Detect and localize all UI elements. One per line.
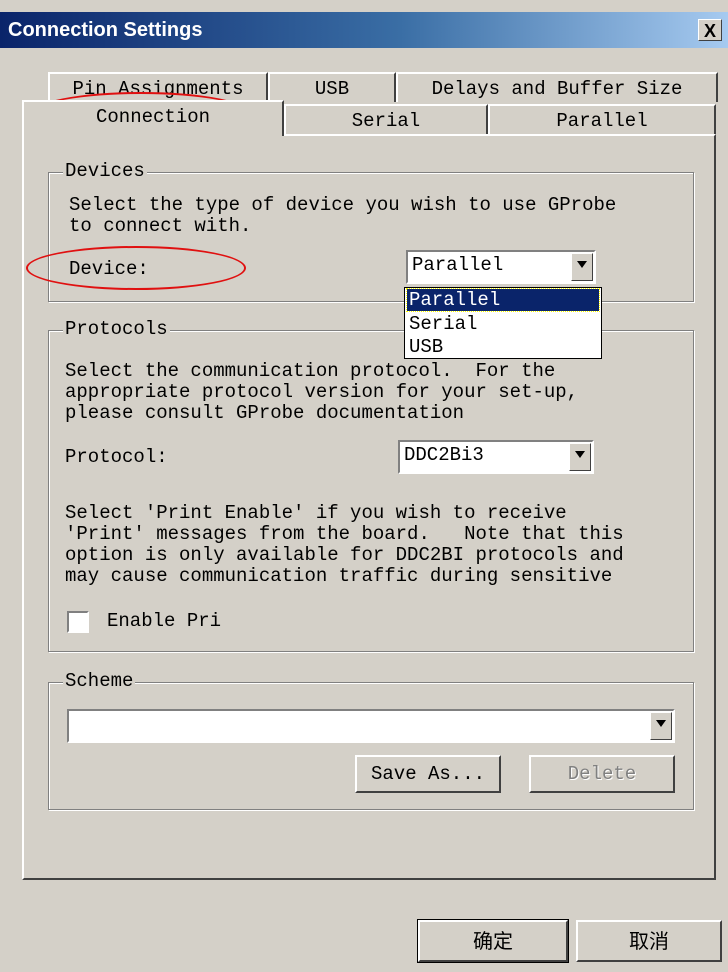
chevron-down-icon	[656, 720, 666, 727]
device-select[interactable]: Parallel	[406, 250, 596, 284]
tab-label: USB	[314, 78, 350, 100]
tab-usb[interactable]: USB	[268, 72, 396, 102]
tab-label: Pin Assignments	[72, 78, 244, 100]
tab-label: Connection	[95, 106, 211, 128]
tab-label: Parallel	[556, 110, 648, 132]
print-enable-description: Select 'Print Enable' if you wish to rec…	[65, 502, 624, 587]
enable-print-label: Enable Pri	[107, 610, 222, 632]
window-title: Connection Settings	[8, 19, 203, 41]
tab-pin-assignments[interactable]: Pin Assignments	[48, 72, 268, 102]
protocols-description: Select the communication protocol. For t…	[65, 360, 579, 424]
tab-label: Serial	[351, 110, 421, 132]
tab-panel: Devices Select the type of device you wi…	[22, 134, 716, 880]
protocol-dropdown-button[interactable]	[569, 443, 591, 471]
device-label: Device:	[69, 258, 149, 280]
title-bar: Connection Settings X	[0, 12, 728, 48]
delete-button: Delete	[529, 755, 675, 793]
tab-delays-and-buffer-size[interactable]: Delays and Buffer Size	[396, 72, 718, 102]
save-as-label: Save As...	[370, 763, 486, 785]
protocol-label: Protocol:	[65, 446, 168, 468]
ok-button[interactable]: 确定	[417, 919, 569, 963]
chevron-down-icon	[577, 261, 587, 268]
ok-label: 确定	[473, 929, 513, 953]
dropdown-option-usb[interactable]: USB	[407, 336, 599, 358]
tab-parallel[interactable]: Parallel	[488, 104, 716, 134]
device-dropdown-button[interactable]	[571, 253, 593, 281]
tab-connection[interactable]: Connection	[22, 100, 284, 136]
scheme-select[interactable]	[67, 709, 675, 743]
save-as-button[interactable]: Save As...	[355, 755, 501, 793]
device-value: Parallel	[412, 254, 504, 276]
dropdown-option-serial[interactable]: Serial	[407, 313, 599, 335]
protocols-group-label: Protocols	[63, 318, 170, 340]
protocol-value: DDC2Bi3	[404, 444, 484, 466]
scheme-group: Scheme Save As... Delete	[48, 670, 694, 810]
devices-description: Select the type of device you wish to us…	[69, 194, 617, 237]
devices-group-label: Devices	[63, 160, 147, 182]
connection-settings-window: Connection Settings X Pin Assignments US…	[0, 0, 728, 972]
chevron-down-icon	[575, 451, 585, 458]
cancel-label: 取消	[629, 929, 669, 953]
tab-label: Delays and Buffer Size	[431, 78, 683, 100]
device-dropdown-list: Parallel Serial USB	[404, 287, 602, 359]
dropdown-option-parallel[interactable]: Parallel	[406, 288, 600, 312]
tab-serial[interactable]: Serial	[284, 104, 488, 134]
devices-group: Devices Select the type of device you wi…	[48, 160, 694, 302]
delete-label: Delete	[567, 763, 637, 785]
protocol-select[interactable]: DDC2Bi3	[398, 440, 594, 474]
cancel-button[interactable]: 取消	[576, 920, 722, 962]
protocols-group: Protocols Select the communication proto…	[48, 318, 694, 652]
enable-print-checkbox[interactable]	[67, 611, 89, 633]
scheme-dropdown-button[interactable]	[650, 712, 672, 740]
scheme-group-label: Scheme	[63, 670, 136, 692]
close-button[interactable]: X	[698, 19, 722, 41]
